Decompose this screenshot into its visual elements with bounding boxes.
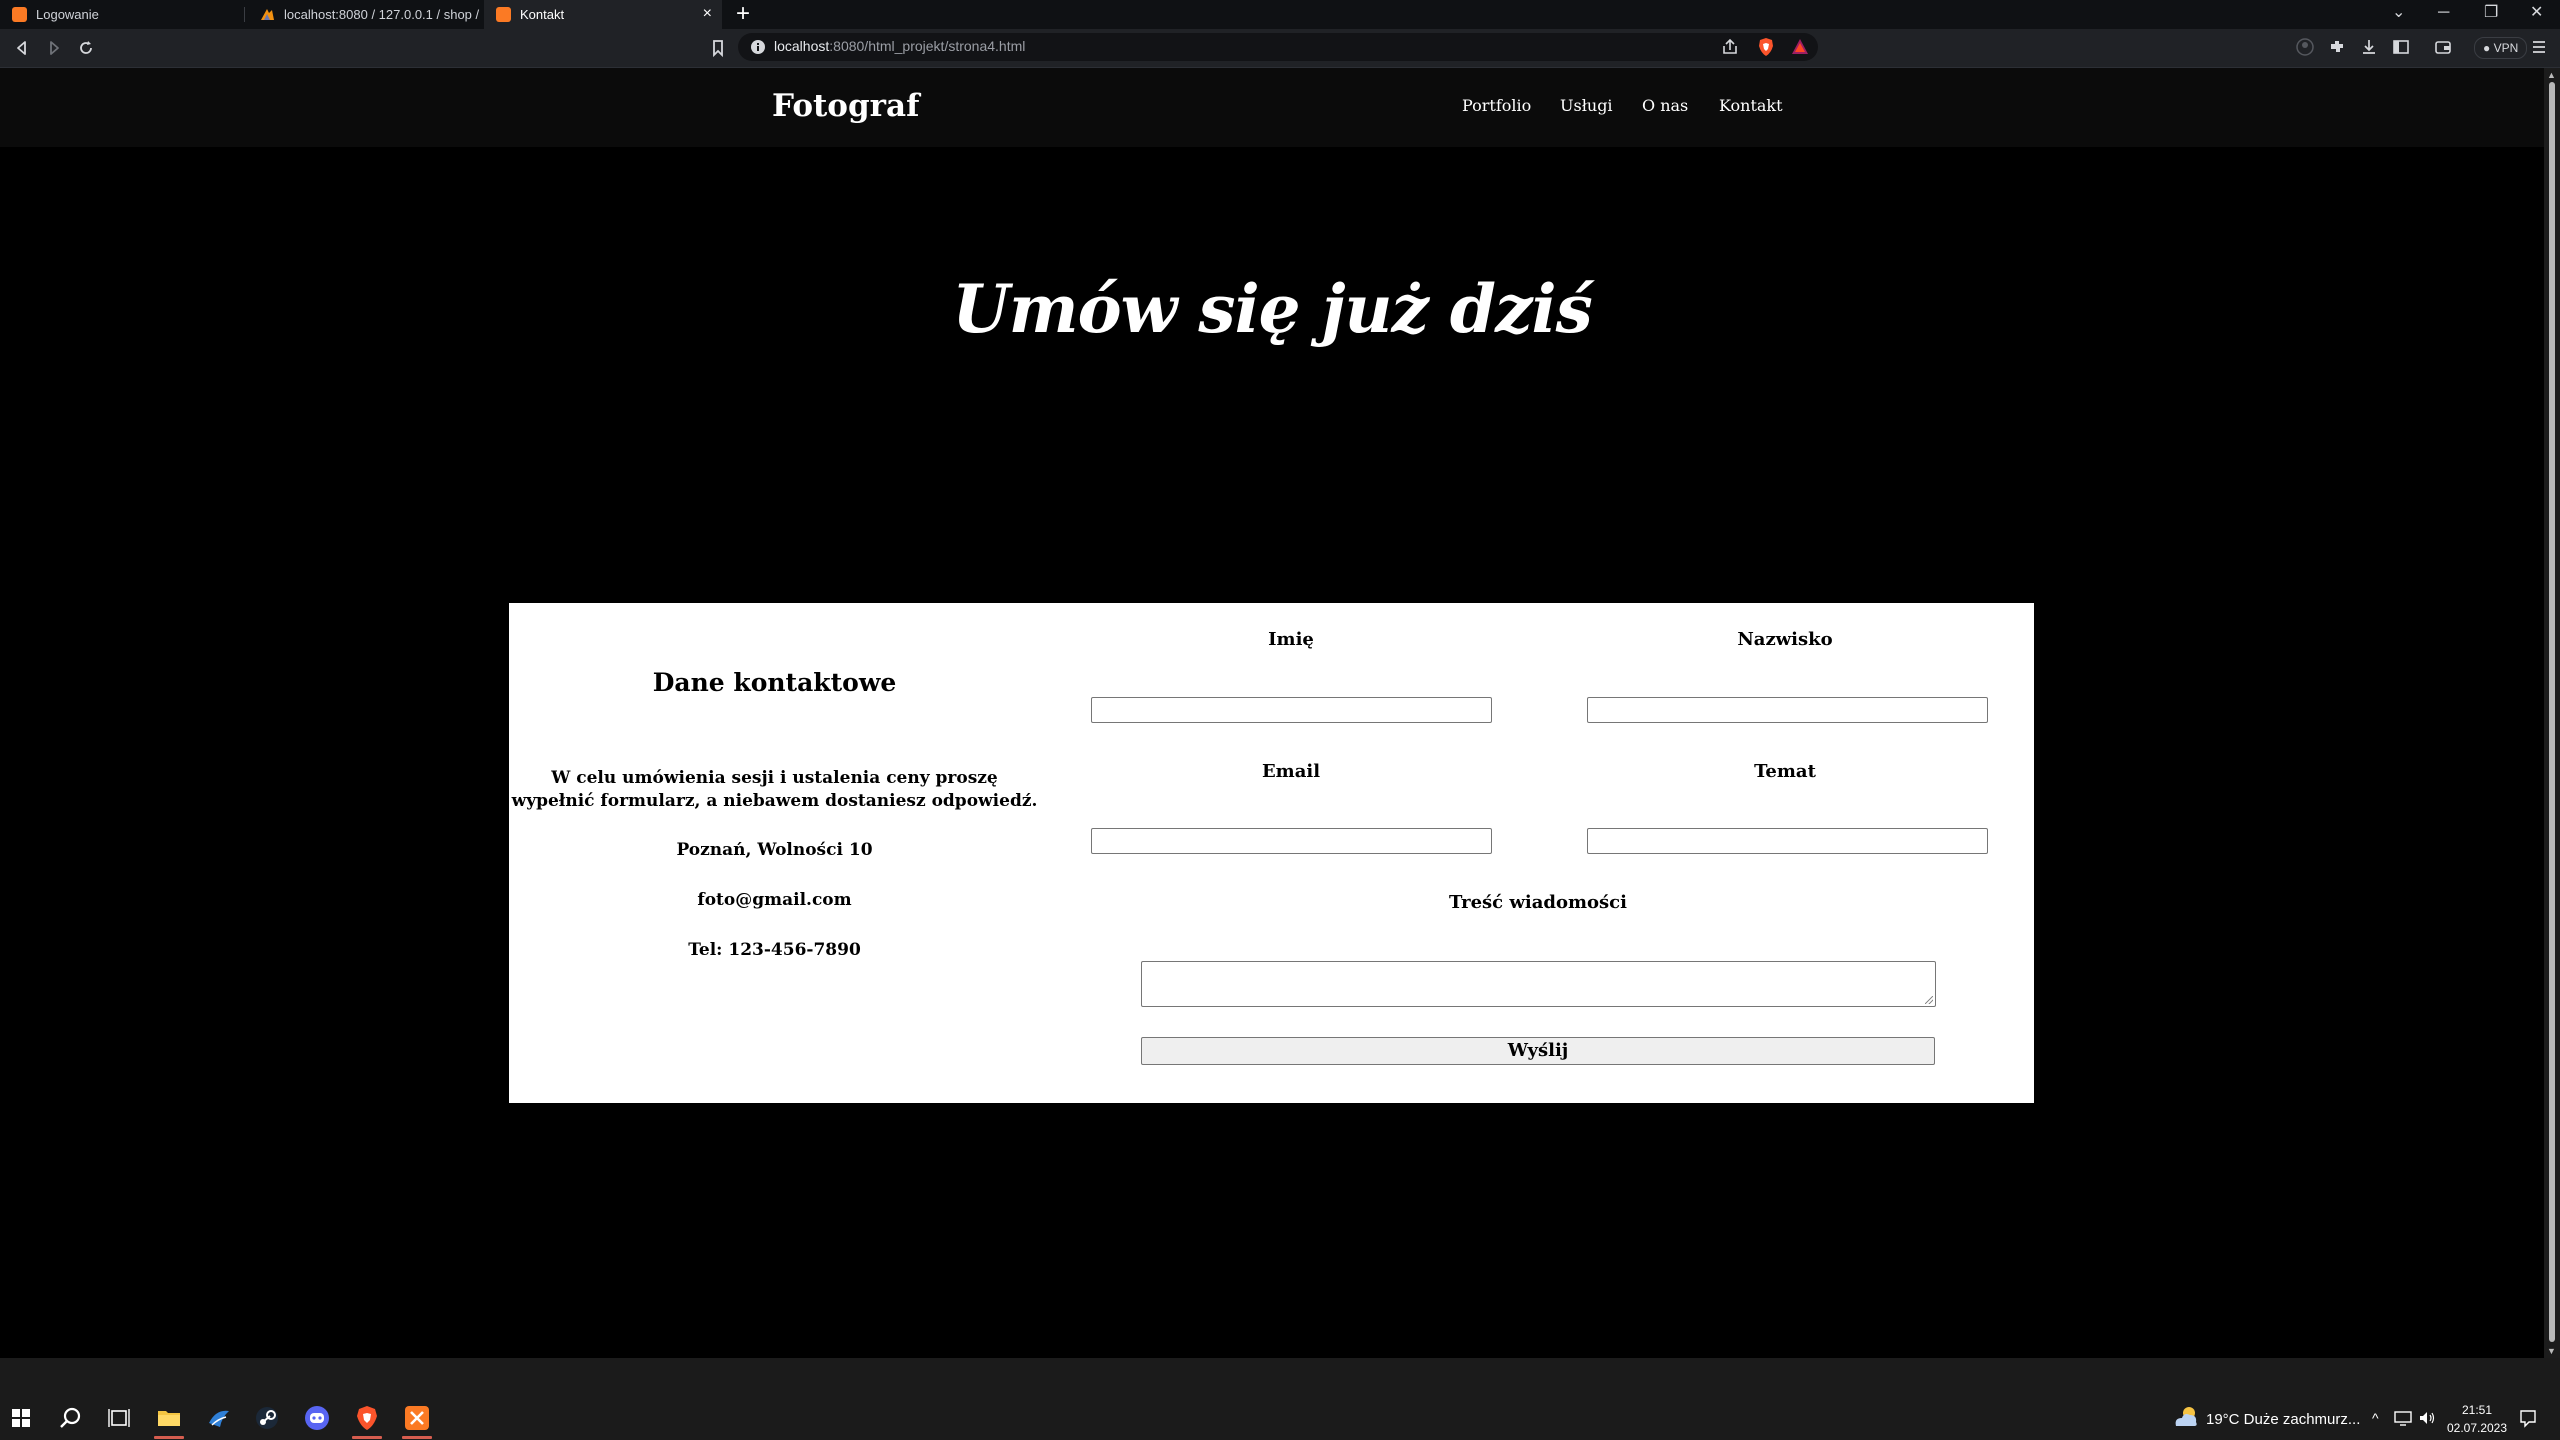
url-text: localhost:8080/html_projekt/strona4.html: [774, 38, 1025, 54]
nav-link-portfolio[interactable]: Portfolio: [1462, 96, 1531, 115]
email-input[interactable]: [1091, 828, 1492, 854]
file-explorer-icon[interactable]: [156, 1405, 182, 1431]
page-scrollbar[interactable]: ▲ ▼: [2544, 68, 2560, 1358]
download-icon[interactable]: [2360, 38, 2378, 56]
scroll-down-arrow-icon[interactable]: ▼: [2547, 1346, 2556, 1356]
tab-divider: [244, 7, 245, 22]
vpn-label: VPN: [2493, 41, 2519, 55]
file-explorer-active-indicator: [154, 1436, 184, 1439]
xampp-favicon-icon: [496, 7, 511, 22]
first-name-label: Imię: [1268, 629, 1314, 650]
contact-heading: Dane kontaktowe: [652, 668, 897, 697]
hero-title: Umów się już dziś: [952, 270, 1593, 348]
tab-search-chevron-icon[interactable]: ⌄: [2392, 4, 2405, 22]
first-name-input[interactable]: [1091, 697, 1492, 723]
url-path: :8080/html_projekt/strona4.html: [829, 38, 1026, 54]
vpn-button[interactable]: ● VPN: [2474, 37, 2528, 59]
tab-kontakt[interactable]: Kontakt ×: [484, 0, 722, 29]
volume-icon[interactable]: [2418, 1410, 2436, 1426]
wallet-icon[interactable]: [2434, 38, 2452, 56]
sourcetree-icon[interactable]: [206, 1405, 232, 1431]
resize-grip-icon[interactable]: [1925, 996, 1933, 1004]
contact-address: Poznań, Wolności 10: [676, 840, 873, 860]
xampp-icon[interactable]: [404, 1405, 430, 1431]
site-header: [0, 68, 2544, 147]
subject-input[interactable]: [1587, 828, 1988, 854]
brave-rewards-icon[interactable]: [1790, 37, 1810, 57]
nav-link-uslugi[interactable]: Usługi: [1560, 96, 1613, 115]
forward-icon[interactable]: [44, 38, 64, 58]
phpmyadmin-favicon-icon: [260, 7, 275, 22]
task-view-icon[interactable]: [106, 1405, 132, 1431]
nav-link-o-nas[interactable]: O nas: [1642, 96, 1688, 115]
clock-time[interactable]: 21:51: [2447, 1403, 2507, 1417]
nav-link-kontakt[interactable]: Kontakt: [1719, 96, 1783, 115]
subject-label: Temat: [1754, 761, 1816, 782]
tab-logowanie[interactable]: Logowanie: [0, 0, 244, 29]
tab-phpmyadmin[interactable]: localhost:8080 / 127.0.0.1 / shop / pro: [248, 0, 480, 29]
weather-text[interactable]: 19°C Duże zachmurz...: [2206, 1411, 2360, 1428]
xampp-active-indicator: [402, 1436, 432, 1439]
xampp-favicon-icon: [12, 7, 27, 22]
minimize-window-icon[interactable]: ─: [2438, 4, 2449, 22]
brave-browser-icon[interactable]: [354, 1405, 380, 1431]
tab-title: localhost:8080 / 127.0.0.1 / shop / pro: [284, 7, 480, 22]
site-brand[interactable]: Fotograf: [772, 88, 919, 124]
restore-window-icon[interactable]: ❐: [2484, 4, 2498, 22]
scroll-up-arrow-icon[interactable]: ▲: [2547, 70, 2556, 80]
sidebar-icon[interactable]: [2392, 38, 2410, 56]
network-icon[interactable]: [2394, 1410, 2412, 1426]
brave-active-indicator: [352, 1436, 382, 1439]
brave-shields-icon[interactable]: [1756, 37, 1776, 57]
windows-start-icon[interactable]: [10, 1407, 32, 1429]
scrollbar-thumb[interactable]: [2549, 82, 2555, 1342]
discord-icon[interactable]: [304, 1405, 330, 1431]
site-info-icon[interactable]: [750, 39, 766, 55]
bookmark-icon[interactable]: [708, 38, 728, 58]
close-window-icon[interactable]: ✕: [2530, 4, 2543, 22]
extensions-icon[interactable]: [2328, 38, 2346, 56]
close-tab-icon[interactable]: ×: [703, 6, 712, 22]
last-name-label: Nazwisko: [1737, 629, 1833, 650]
back-icon[interactable]: [12, 38, 32, 58]
new-tab-plus-icon[interactable]: +: [736, 2, 750, 26]
tab-title: Kontakt: [520, 7, 565, 22]
contact-email: foto@gmail.com: [697, 890, 852, 910]
email-label: Email: [1261, 761, 1321, 782]
message-textarea[interactable]: [1141, 961, 1936, 1007]
profile-icon[interactable]: [2296, 38, 2314, 56]
reload-icon[interactable]: [76, 38, 96, 58]
weather-cloud-icon[interactable]: [2172, 1404, 2200, 1430]
tab-title: Logowanie: [36, 7, 99, 22]
show-hidden-icons-chevron-icon[interactable]: ^: [2372, 1410, 2379, 1426]
notifications-icon[interactable]: [2518, 1408, 2538, 1428]
steam-icon[interactable]: [254, 1405, 280, 1431]
contact-intro-text: W celu umówienia sesji i ustalenia ceny …: [511, 768, 1038, 811]
menu-icon[interactable]: [2530, 38, 2548, 56]
last-name-input[interactable]: [1587, 697, 1988, 723]
clock-date[interactable]: 02.07.2023: [2443, 1421, 2511, 1435]
message-label: Treść wiadomości: [1449, 892, 1627, 913]
send-button[interactable]: Wyślij: [1141, 1037, 1935, 1065]
url-host: localhost: [774, 38, 830, 54]
search-icon[interactable]: [58, 1405, 84, 1431]
contact-phone: Tel: 123-456-7890: [688, 940, 861, 960]
share-icon[interactable]: [1720, 37, 1740, 57]
